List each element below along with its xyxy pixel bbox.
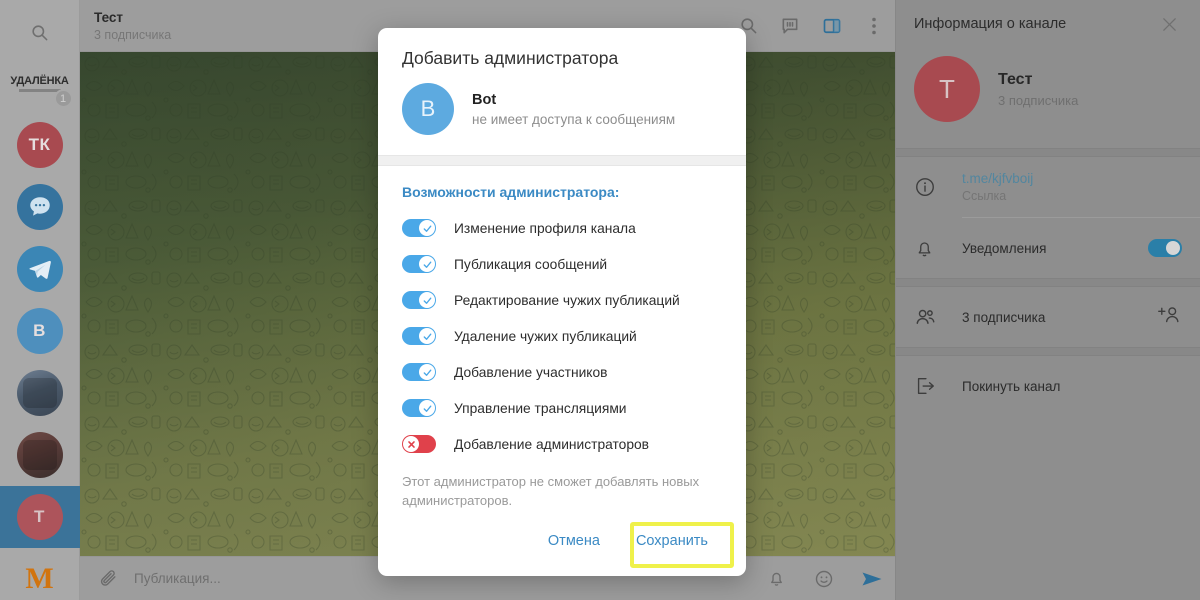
permission-label: Удаление чужих публикаций [454,328,637,344]
permission-row[interactable]: Редактирование чужих публикаций [402,282,722,318]
permission-row[interactable]: Изменение профиля канала [402,210,722,246]
check-icon [419,256,435,272]
permission-label: Публикация сообщений [454,256,608,272]
telegram-window: УДАЛЁНКА 1 ТК B T M Тест 3 подписчика Пу… [0,0,1200,600]
permission-label: Добавление администраторов [454,436,650,452]
user-description: не имеет доступа к сообщениям [472,111,676,127]
permission-toggle[interactable] [402,219,436,237]
dialog-divider [378,155,746,166]
permission-row[interactable]: Добавление администраторов [402,426,722,462]
permission-toggle[interactable] [402,327,436,345]
check-icon [419,328,435,344]
add-admin-dialog: Добавить администратора B Bot не имеет д… [378,28,746,576]
permission-label: Изменение профиля канала [454,220,636,236]
check-icon [419,220,435,236]
dialog-title: Добавить администратора [402,48,619,68]
permission-row[interactable]: Публикация сообщений [402,246,722,282]
permission-note: Этот администратор не сможет добавлять н… [402,474,700,508]
permission-row[interactable]: Удаление чужих публикаций [402,318,722,354]
permission-toggle[interactable] [402,399,436,417]
permission-toggle[interactable] [402,363,436,381]
permissions-section-title: Возможности администратора: [402,184,620,200]
permission-row[interactable]: Добавление участников [402,354,722,390]
cancel-button[interactable]: Отмена [534,524,614,558]
permission-label: Управление трансляциями [454,400,627,416]
check-icon [419,292,435,308]
dialog-user-text: Bot не имеет доступа к сообщениям [472,92,675,127]
check-icon [419,364,435,380]
dialog-user: B Bot не имеет доступа к сообщениям [378,69,746,155]
permission-label: Редактирование чужих публикаций [454,292,680,308]
permissions-list: Изменение профиля канала Публикация сооб… [378,200,746,462]
dialog-actions: Отмена Сохранить [378,510,746,576]
permission-toggle[interactable] [402,255,436,273]
permission-row[interactable]: Управление трансляциями [402,390,722,426]
permission-label: Добавление участников [454,364,608,380]
permission-toggle[interactable] [402,291,436,309]
check-icon [419,400,435,416]
save-button[interactable]: Сохранить [622,524,722,558]
avatar: B [402,83,454,135]
user-name: Bot [472,91,497,108]
permission-toggle[interactable] [402,435,436,453]
cross-icon [403,436,419,452]
